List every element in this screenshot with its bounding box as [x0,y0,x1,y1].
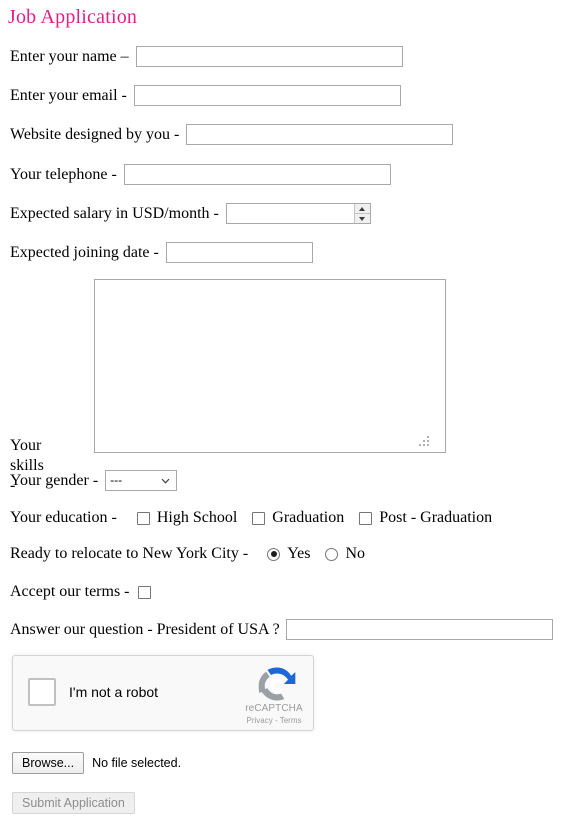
field-row-relocate: Ready to relocate to New York City - Yes… [10,544,365,564]
name-input[interactable] [135,46,403,67]
relocate-yes-label: Yes [287,545,311,562]
salary-number-wrapper [225,203,371,224]
field-row-joining-date: Expected joining date - [10,242,313,263]
relocate-no-radio[interactable] [325,547,339,561]
gender-select[interactable]: --- [105,470,178,491]
recaptcha-brand-label: reCAPTCHA [245,703,303,714]
terms-label: Accept our terms - [10,583,130,600]
name-label: Enter your name – [10,47,129,65]
website-label: Website designed by you - [10,125,180,143]
field-row-salary: Expected salary in USD/month - [10,203,371,224]
email-input[interactable] [133,85,401,106]
spinner-up-icon[interactable] [354,204,370,214]
high-school-label: High School [156,509,238,526]
browse-button[interactable]: Browse... [12,752,85,774]
relocate-option-yes[interactable]: Yes [267,544,310,564]
terms-checkbox[interactable] [137,585,151,599]
field-row-telephone: Your telephone - [10,164,391,185]
recaptcha-logo-icon [258,667,296,701]
file-upload-row: Browse... No file selected. [12,752,181,774]
education-option-graduation[interactable]: Graduation [252,508,344,528]
field-row-email: Enter your email - [10,85,401,106]
graduation-label: Graduation [272,509,345,526]
submit-application-button[interactable]: Submit Application [12,792,135,814]
question-input[interactable] [285,619,553,640]
field-row-terms: Accept our terms - [10,582,151,602]
education-option-post-graduation[interactable]: Post - Graduation [359,508,492,528]
salary-label: Expected salary in USD/month - [10,204,219,222]
file-status-label: No file selected. [92,756,182,770]
field-row-gender: Your gender - --- [10,470,178,491]
telephone-label: Your telephone - [10,165,117,183]
relocate-yes-radio[interactable] [267,547,281,561]
salary-spinner[interactable] [353,204,370,223]
joining-date-input[interactable] [165,242,313,263]
recaptcha-widget[interactable]: I'm not a robot reCAPTCHA Privacy - Term… [12,655,314,731]
field-row-name: Enter your name – [10,46,403,67]
salary-input[interactable] [225,203,371,224]
graduation-checkbox[interactable] [252,511,266,525]
website-input[interactable] [186,124,454,145]
gender-select-value: --- [110,473,123,487]
page-title: Job Application [8,6,138,28]
skills-textarea[interactable] [94,279,446,453]
spinner-down-icon[interactable] [355,214,370,223]
recaptcha-legal-links[interactable]: Privacy - Terms [244,716,304,725]
field-row-website: Website designed by you - [10,124,454,145]
job-application-form: Job Application Enter your name – Enter … [0,0,572,824]
relocate-option-no[interactable]: No [325,544,365,564]
field-row-question: Answer our question - President of USA ? [10,619,553,640]
question-label: Answer our question - President of USA ? [10,620,280,638]
email-label: Enter your email - [10,86,127,104]
post-graduation-checkbox[interactable] [359,511,373,525]
recaptcha-label: I'm not a robot [69,684,159,700]
education-option-high-school[interactable]: High School [136,508,238,528]
field-row-education: Your education - High School Graduation … [10,508,492,528]
joining-date-label: Expected joining date - [10,243,159,261]
recaptcha-checkbox[interactable] [28,678,56,706]
education-label: Your education - [10,509,117,526]
telephone-input[interactable] [123,164,391,185]
relocate-label: Ready to relocate to New York City - [10,545,249,562]
gender-label: Your gender - [10,471,99,489]
chevron-down-icon [161,478,170,483]
relocate-no-label: No [345,545,366,562]
high-school-checkbox[interactable] [136,511,150,525]
post-graduation-label: Post - Graduation [379,509,493,526]
